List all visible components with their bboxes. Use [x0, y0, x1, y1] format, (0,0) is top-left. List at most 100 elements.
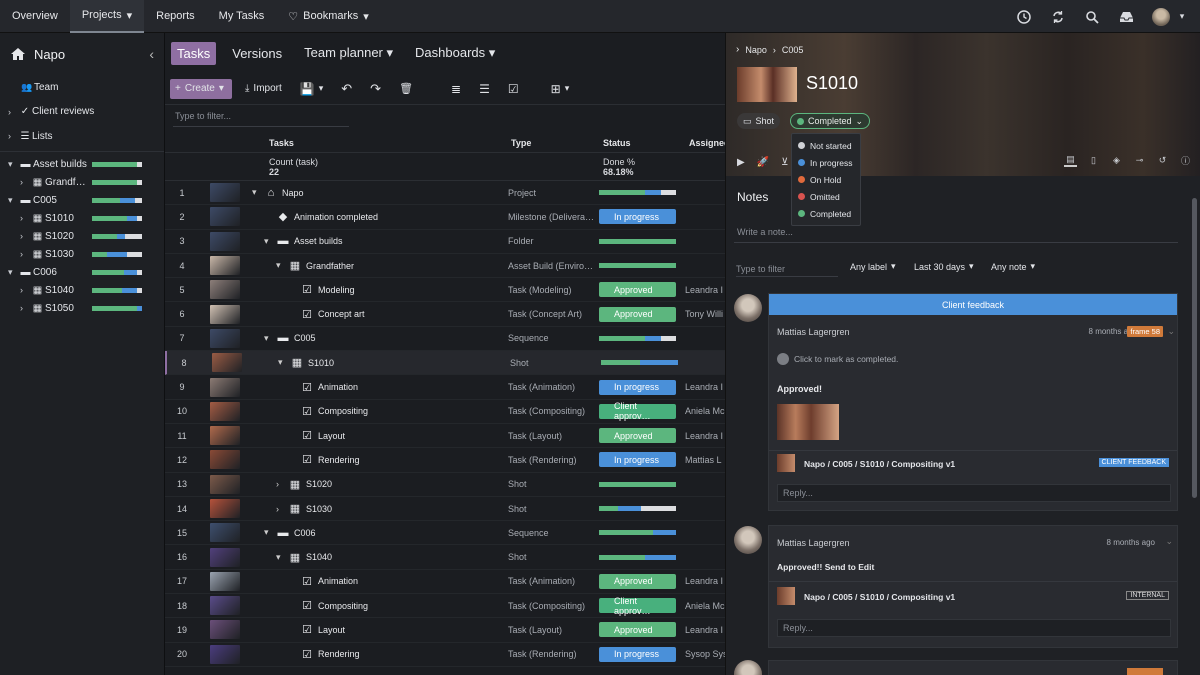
status-badge[interactable]: Approved: [599, 573, 676, 589]
status-badge[interactable]: Client approv…: [599, 596, 676, 616]
frame-badge[interactable]: frame 58: [1127, 326, 1163, 337]
status-chip[interactable]: Completed ⌄: [790, 113, 871, 129]
sidebar-tree-item[interactable]: ▾ ▬ C005: [0, 191, 164, 209]
create-button[interactable]: + Create ▾: [170, 78, 232, 99]
shot-thumbnail[interactable]: [737, 67, 797, 102]
reply-input[interactable]: Reply...: [777, 619, 1171, 637]
column-header-assignee[interactable]: Assignee: [689, 138, 725, 148]
layers-icon[interactable]: ◈: [1110, 154, 1123, 167]
status-option[interactable]: Not started: [792, 137, 860, 154]
chevron-right-icon[interactable]: ›: [736, 44, 739, 55]
checklist-button[interactable]: ☑: [503, 79, 524, 99]
collapse-sidebar-icon[interactable]: ‹: [149, 46, 154, 62]
attachment-thumbnail[interactable]: [777, 404, 839, 440]
label-filter[interactable]: Any label ▾: [850, 261, 896, 272]
chevron-down-icon[interactable]: ▾: [264, 333, 272, 344]
status-badge[interactable]: Client approv…: [599, 401, 676, 421]
sidebar-item-client-reviews[interactable]: › ✓ Client reviews: [0, 99, 164, 124]
chevron-down-icon[interactable]: ▾: [264, 236, 272, 247]
chevron-down-icon[interactable]: ▾: [276, 260, 284, 271]
sidebar-item-team[interactable]: 👥 Team: [0, 75, 164, 99]
scrollbar[interactable]: [1192, 198, 1197, 498]
table-row[interactable]: 7 ▾ ▬ C005 Sequence: [165, 327, 725, 352]
sidebar-tree-item[interactable]: › ▦ S1020: [0, 227, 164, 245]
notes-tab-icon[interactable]: ▤: [1064, 154, 1077, 167]
chevron-down-icon[interactable]: ⌄: [1167, 326, 1175, 337]
nav-bookmarks[interactable]: ♡ Bookmarks ▾: [276, 0, 380, 33]
info-icon[interactable]: ⓘ: [1179, 154, 1192, 167]
sidebar-tree-item[interactable]: › ▦ S1010: [0, 209, 164, 227]
document-icon[interactable]: ▯: [1087, 154, 1100, 167]
clock-icon[interactable]: [1016, 9, 1032, 25]
delete-button[interactable]: 🗑: [394, 79, 418, 99]
note-type-filter[interactable]: Any note ▾: [991, 261, 1035, 272]
table-row[interactable]: 3 ▾ ▬ Asset builds Folder: [165, 230, 725, 254]
sidebar-tree-item[interactable]: › ▦ S1030: [0, 245, 164, 263]
status-badge[interactable]: Approved: [599, 306, 676, 322]
save-button[interactable]: 💾 ▾: [295, 79, 328, 99]
search-icon[interactable]: [1084, 9, 1100, 25]
table-row[interactable]: 9 ☑ Animation Task (Animation) In progress Le…: [165, 375, 725, 400]
indent-button[interactable]: ≣: [446, 79, 466, 99]
sidebar-tree-item[interactable]: ▾ ▬ C006: [0, 263, 164, 281]
grid-view-button[interactable]: ⊞ ▾: [546, 79, 575, 99]
chevron-down-icon[interactable]: ▾: [264, 527, 272, 538]
table-filter-input[interactable]: Type to filter...: [173, 105, 349, 127]
status-badge[interactable]: In progress: [599, 209, 676, 225]
status-option[interactable]: On Hold: [792, 171, 860, 188]
status-option[interactable]: Completed: [792, 205, 860, 222]
tab-tasks[interactable]: Tasks: [171, 41, 217, 65]
table-row[interactable]: 8 ▾ ▦ S1010 Shot: [165, 351, 725, 376]
table-row[interactable]: 19 ☑ Layout Task (Layout) Approved Leandra I: [165, 618, 725, 643]
chevron-down-icon[interactable]: ▾: [276, 552, 284, 563]
sidebar-tree-item[interactable]: › ▦ Grandf…: [0, 173, 164, 191]
sidebar-tree-item[interactable]: ▾ ▬ Asset builds: [0, 155, 164, 173]
redo-button[interactable]: ↷: [365, 79, 386, 99]
version-link[interactable]: Napo / C005 / S1010 / Compositing v1: [804, 592, 955, 602]
filter-icon[interactable]: ⊻: [781, 157, 788, 168]
table-row[interactable]: 1 ▾ ⌂ Napo Project: [165, 181, 725, 206]
inbox-icon[interactable]: [1118, 9, 1134, 25]
sidebar-tree-item[interactable]: › ▦ S1050: [0, 299, 164, 317]
undo-button[interactable]: ↶: [336, 79, 357, 99]
date-filter[interactable]: Last 30 days ▾: [914, 261, 974, 272]
reply-input[interactable]: Reply...: [777, 484, 1171, 502]
status-option[interactable]: Omitted: [792, 188, 860, 205]
play-icon[interactable]: ▶: [737, 157, 745, 168]
table-row[interactable]: 10 ☑ Compositing Task (Compositing) Client a…: [165, 400, 725, 424]
version-link[interactable]: Napo / C005 / S1010 / Compositing v1: [804, 459, 955, 469]
list-view-button[interactable]: ☰: [474, 79, 495, 99]
sidebar-tree-item[interactable]: › ▦ S1040: [0, 281, 164, 299]
mark-complete[interactable]: Click to mark as completed.: [777, 353, 898, 365]
chevron-right-icon[interactable]: ›: [276, 479, 284, 489]
status-badge[interactable]: In progress: [599, 379, 676, 395]
column-header-type[interactable]: Type: [511, 138, 603, 148]
tab-team-planner[interactable]: Team planner ▾: [298, 41, 399, 65]
status-badge[interactable]: Approved: [599, 622, 676, 638]
chevron-down-icon[interactable]: ▾: [252, 187, 260, 198]
table-row[interactable]: 15 ▾ ▬ C006 Sequence: [165, 521, 725, 546]
table-row[interactable]: 2 ◆ Animation completed Milestone (Delivera…: [165, 205, 725, 230]
column-header-status[interactable]: Status: [603, 138, 689, 148]
nav-my-tasks[interactable]: My Tasks: [207, 0, 277, 33]
table-row[interactable]: 17 ☑ Animation Task (Animation) Approved Lean…: [165, 570, 725, 595]
history-icon[interactable]: ↺: [1156, 154, 1169, 167]
notes-filter-input[interactable]: Type to filter: [736, 261, 838, 277]
status-badge[interactable]: Approved: [599, 428, 676, 444]
status-badge[interactable]: In progress: [599, 646, 676, 662]
table-row[interactable]: 11 ☑ Layout Task (Layout) Approved Leandra I: [165, 424, 725, 449]
table-row[interactable]: 16 ▾ ▦ S1040 Shot: [165, 545, 725, 570]
chevron-down-icon[interactable]: ⌄: [1165, 536, 1173, 547]
chevron-right-icon[interactable]: ›: [276, 504, 284, 514]
rocket-icon[interactable]: 🚀: [757, 157, 769, 168]
breadcrumb-project[interactable]: Napo: [745, 45, 767, 55]
status-badge[interactable]: Approved: [599, 282, 676, 298]
tab-dashboards[interactable]: Dashboards ▾: [409, 41, 501, 65]
chevron-down-icon[interactable]: ▾: [278, 357, 286, 368]
nav-overview[interactable]: Overview: [0, 0, 70, 33]
table-row[interactable]: 12 ☑ Rendering Task (Rendering) In progress M…: [165, 448, 725, 473]
tab-versions[interactable]: Versions: [226, 42, 288, 65]
nav-projects[interactable]: Projects ▾: [69, 0, 145, 33]
table-row[interactable]: 5 ☑ Modeling Task (Modeling) Approved Leandra…: [165, 278, 725, 303]
table-row[interactable]: 4 ▾ ▦ Grandfather Asset Build (Enviro…: [165, 254, 725, 279]
